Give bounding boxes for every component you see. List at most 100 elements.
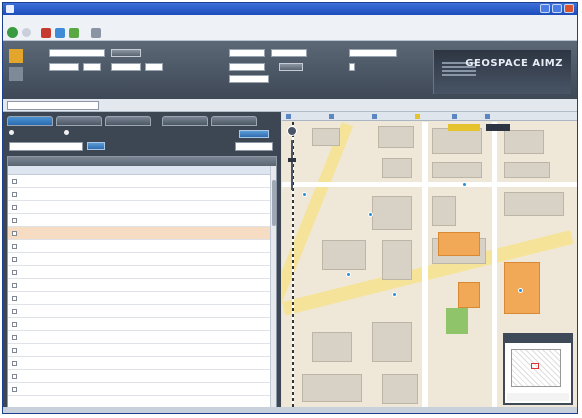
table-row[interactable] — [8, 188, 276, 201]
sub-area-select[interactable] — [229, 75, 269, 83]
map-tool-2-icon[interactable] — [329, 113, 334, 119]
scroll-thumb[interactable] — [272, 180, 276, 226]
stop-icon[interactable] — [41, 27, 51, 38]
row-checkbox[interactable] — [12, 269, 17, 275]
address-field[interactable] — [49, 49, 105, 57]
tab-5[interactable] — [211, 116, 257, 126]
home-icon[interactable] — [69, 27, 79, 38]
map-road-vertical-2 — [492, 122, 497, 413]
row-checkbox[interactable] — [12, 217, 17, 223]
table-row[interactable] — [8, 370, 276, 383]
table-row[interactable] — [8, 318, 276, 331]
map-zoom-slider[interactable] — [291, 140, 293, 190]
row-checkbox[interactable] — [12, 347, 17, 353]
month-from-select[interactable] — [83, 63, 101, 71]
search-button[interactable] — [279, 63, 303, 71]
map-tool-4-icon[interactable] — [415, 113, 420, 119]
table-row[interactable] — [8, 266, 276, 279]
row-checkbox[interactable] — [12, 308, 17, 314]
table-row[interactable] — [8, 305, 276, 318]
area-select[interactable] — [229, 63, 265, 71]
map-tool-6-icon[interactable] — [485, 113, 490, 119]
row-checkbox[interactable] — [12, 256, 17, 262]
map-marker[interactable] — [392, 292, 397, 297]
table-row[interactable] — [8, 279, 276, 292]
map-tool-5-icon[interactable] — [452, 113, 457, 119]
row-checkbox[interactable] — [12, 321, 17, 327]
category-select[interactable] — [229, 49, 265, 57]
back-icon[interactable] — [7, 27, 18, 38]
map-marker[interactable] — [462, 182, 467, 187]
minimap-viewport[interactable] — [531, 363, 539, 369]
table-row[interactable] — [8, 253, 276, 266]
row-checkbox[interactable] — [12, 373, 17, 379]
month-to-select[interactable] — [145, 63, 163, 71]
table-row[interactable] — [8, 344, 276, 357]
row-checkbox[interactable] — [12, 295, 17, 301]
search-header: GEOSPACE AIMZ — [3, 41, 577, 99]
map-view[interactable] — [282, 112, 577, 413]
table-row[interactable] — [8, 227, 276, 240]
row-checkbox[interactable] — [12, 230, 17, 236]
map-block — [432, 162, 482, 178]
table-scrollbar[interactable] — [270, 166, 276, 410]
map-zoom-knob[interactable] — [288, 158, 296, 162]
row-checkbox[interactable] — [12, 386, 17, 392]
option-checkbox[interactable] — [349, 63, 355, 71]
refresh-icon[interactable] — [55, 27, 65, 38]
export-button[interactable] — [239, 130, 269, 138]
search-mode-icon[interactable] — [9, 49, 23, 63]
forward-icon[interactable] — [22, 28, 31, 37]
row-checkbox[interactable] — [12, 191, 17, 197]
close-button[interactable] — [564, 4, 574, 13]
radio-option-2[interactable] — [64, 130, 69, 135]
tools-icon[interactable] — [91, 27, 101, 38]
layer-bar — [3, 99, 577, 112]
table-row[interactable] — [8, 240, 276, 253]
table-row[interactable] — [8, 292, 276, 305]
tab-3[interactable] — [105, 116, 151, 126]
year-to-select[interactable] — [111, 63, 141, 71]
table-row[interactable] — [8, 175, 276, 188]
tab-4[interactable] — [162, 116, 208, 126]
map-tool-1-icon[interactable] — [286, 113, 291, 119]
map-marker[interactable] — [368, 212, 373, 217]
row-checkbox[interactable] — [12, 178, 17, 184]
table-row[interactable] — [8, 331, 276, 344]
row-checkbox[interactable] — [12, 204, 17, 210]
display-options — [9, 130, 69, 135]
highlighted-building[interactable] — [438, 232, 480, 256]
map-marker[interactable] — [518, 288, 523, 293]
table-row[interactable] — [8, 214, 276, 227]
map-marker[interactable] — [302, 192, 307, 197]
tab-1[interactable] — [7, 116, 53, 126]
highlighted-building[interactable] — [458, 282, 480, 308]
map-pan-control[interactable] — [287, 126, 297, 136]
minimize-button[interactable] — [540, 4, 550, 13]
layer-select[interactable] — [7, 101, 99, 110]
extra-select[interactable] — [349, 49, 397, 57]
map-marker[interactable] — [346, 272, 351, 277]
row-checkbox[interactable] — [12, 360, 17, 366]
type-select[interactable] — [271, 49, 307, 57]
history-mode-icon[interactable] — [9, 67, 23, 81]
table-row[interactable] — [8, 201, 276, 214]
app-icon — [6, 5, 14, 13]
map-tool-3-icon[interactable] — [372, 113, 377, 119]
row-checkbox[interactable] — [12, 334, 17, 340]
table-row[interactable] — [8, 383, 276, 396]
sort-select[interactable] — [235, 142, 273, 151]
row-checkbox[interactable] — [12, 282, 17, 288]
results-panel — [3, 112, 281, 413]
radio-option-1[interactable] — [9, 130, 14, 135]
table-row[interactable] — [8, 357, 276, 370]
overview-minimap[interactable] — [503, 333, 573, 405]
maximize-button[interactable] — [552, 4, 562, 13]
tab-2[interactable] — [56, 116, 102, 126]
year-from-select[interactable] — [49, 63, 79, 71]
title-bar — [3, 3, 577, 15]
filter-button[interactable] — [87, 142, 105, 150]
filter-select[interactable] — [9, 142, 83, 151]
row-checkbox[interactable] — [12, 243, 17, 249]
map-search-button[interactable] — [111, 49, 141, 57]
